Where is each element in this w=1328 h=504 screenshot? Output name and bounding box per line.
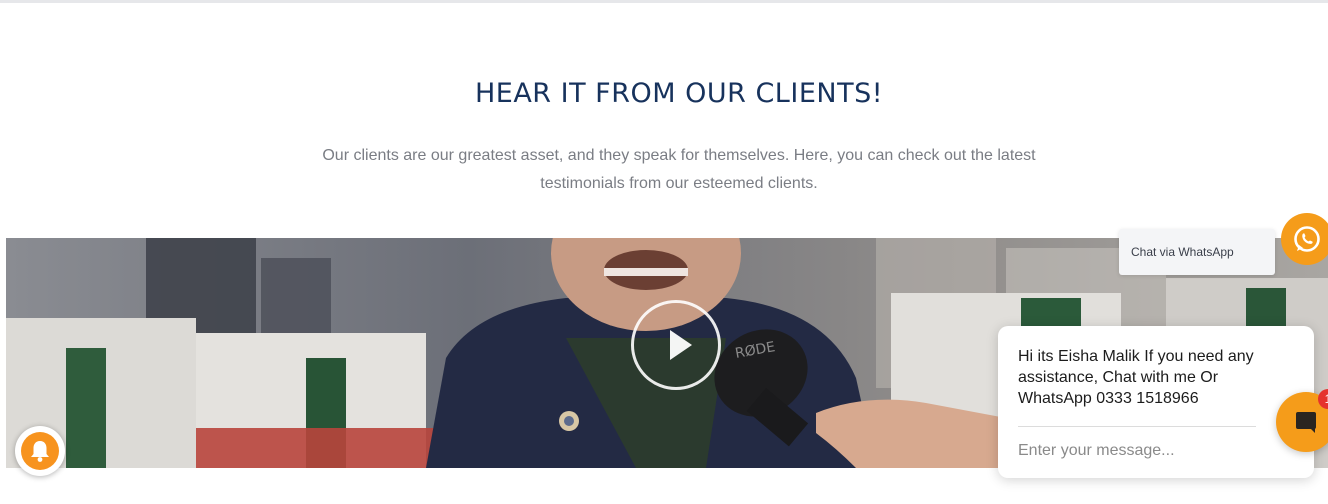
whatsapp-tooltip: Chat via WhatsApp xyxy=(1119,229,1275,275)
chat-divider xyxy=(1018,426,1256,427)
play-button[interactable] xyxy=(631,300,721,390)
subtitle-line-1: Our clients are our greatest asset, and … xyxy=(322,147,1036,164)
bell-icon xyxy=(31,441,49,462)
notification-bell-button[interactable] xyxy=(15,426,65,476)
whatsapp-button[interactable] xyxy=(1281,213,1328,265)
play-icon xyxy=(670,330,692,360)
whatsapp-icon xyxy=(1294,226,1320,252)
chat-widget-panel: Hi its Eisha Malik If you need any assis… xyxy=(998,326,1314,478)
chat-message-input[interactable] xyxy=(1018,438,1248,464)
chat-greeting-message: Hi its Eisha Malik If you need any assis… xyxy=(1018,348,1254,407)
chat-bubble-icon xyxy=(1296,412,1316,433)
section-title: HEAR IT FROM OUR CLIENTS! xyxy=(474,78,884,109)
top-divider xyxy=(0,0,1328,3)
section-subtitle: Our clients are our greatest asset, and … xyxy=(300,142,1058,198)
subtitle-line-2: testimonials from our esteemed clients. xyxy=(540,175,818,192)
